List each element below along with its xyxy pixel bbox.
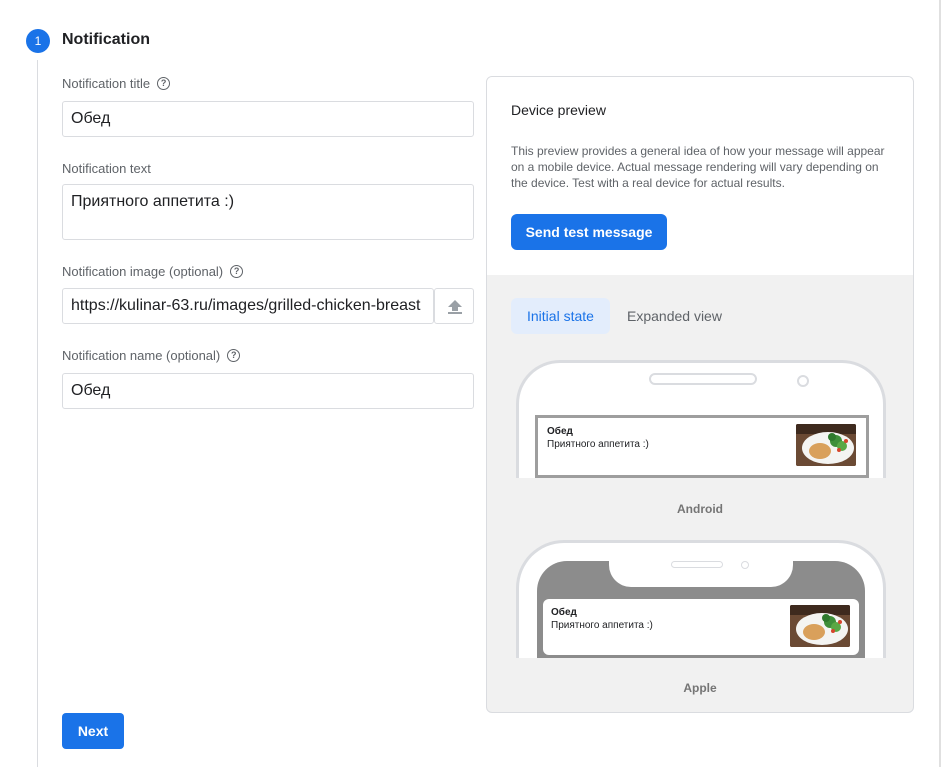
notification-preview-title: Обед <box>547 426 573 437</box>
device-preview-panel: Device preview This preview provides a g… <box>486 76 914 713</box>
android-label: Android <box>677 502 723 516</box>
step-connector-line <box>37 60 38 767</box>
next-button[interactable]: Next <box>62 713 124 749</box>
notification-image-url-input[interactable]: https://kulinar-63.ru/images/grilled-chi… <box>62 288 434 324</box>
speaker-grille <box>649 373 757 385</box>
notification-name-label-text: Notification name (optional) <box>62 348 221 363</box>
tab-expanded-view[interactable]: Expanded view <box>611 298 738 334</box>
apple-device-mockup: Обед Приятного аппетита :) <box>516 540 886 658</box>
apple-label: Apple <box>683 681 717 695</box>
notification-composer-page: 1 Notification Notification title ? Обед… <box>0 0 941 767</box>
android-notification-card: Обед Приятного аппетита :) <box>538 418 866 475</box>
notification-preview-body: Приятного аппетита :) <box>547 439 649 450</box>
send-test-message-button[interactable]: Send test message <box>511 214 667 250</box>
help-icon[interactable]: ? <box>230 265 244 278</box>
notification-text-label-text: Notification text <box>62 161 151 176</box>
notification-preview-body: Приятного аппетита :) <box>551 620 653 631</box>
notification-preview-title: Обед <box>551 607 577 618</box>
help-icon[interactable]: ? <box>227 349 241 362</box>
preview-description: This preview provides a general idea of … <box>511 144 885 190</box>
notification-image-label: Notification image (optional) ? <box>62 264 244 279</box>
step-number-badge: 1 <box>26 29 50 53</box>
notification-title-input[interactable]: Обед <box>62 101 474 137</box>
notification-title-label-text: Notification title <box>62 76 151 91</box>
apple-notification-card: Обед Приятного аппетита :) <box>543 599 859 655</box>
camera-icon <box>741 561 749 569</box>
tab-initial-state[interactable]: Initial state <box>511 298 610 334</box>
speaker-grille <box>671 561 723 568</box>
notification-text-input[interactable]: Приятного аппетита :) <box>62 184 474 240</box>
step-title: Notification <box>62 31 150 48</box>
phone-notch <box>609 559 793 587</box>
notification-name-input[interactable]: Обед <box>62 373 474 409</box>
apple-screen: Обед Приятного аппетита :) <box>537 559 865 658</box>
notification-name-label: Notification name (optional) ? <box>62 348 241 363</box>
android-device-mockup: Обед Приятного аппетита :) <box>516 360 886 478</box>
upload-image-button[interactable] <box>434 288 474 324</box>
camera-icon <box>797 375 809 387</box>
notification-title-label: Notification title ? <box>62 76 171 91</box>
food-thumbnail <box>790 605 850 647</box>
preview-header: Device preview This preview provides a g… <box>487 77 913 275</box>
help-icon[interactable]: ? <box>157 77 171 90</box>
food-thumbnail <box>796 424 856 466</box>
notification-image-label-text: Notification image (optional) <box>62 264 224 279</box>
notification-text-label: Notification text <box>62 161 151 176</box>
preview-title: Device preview <box>511 102 606 118</box>
android-screen: Обед Приятного аппетита :) <box>535 415 869 478</box>
